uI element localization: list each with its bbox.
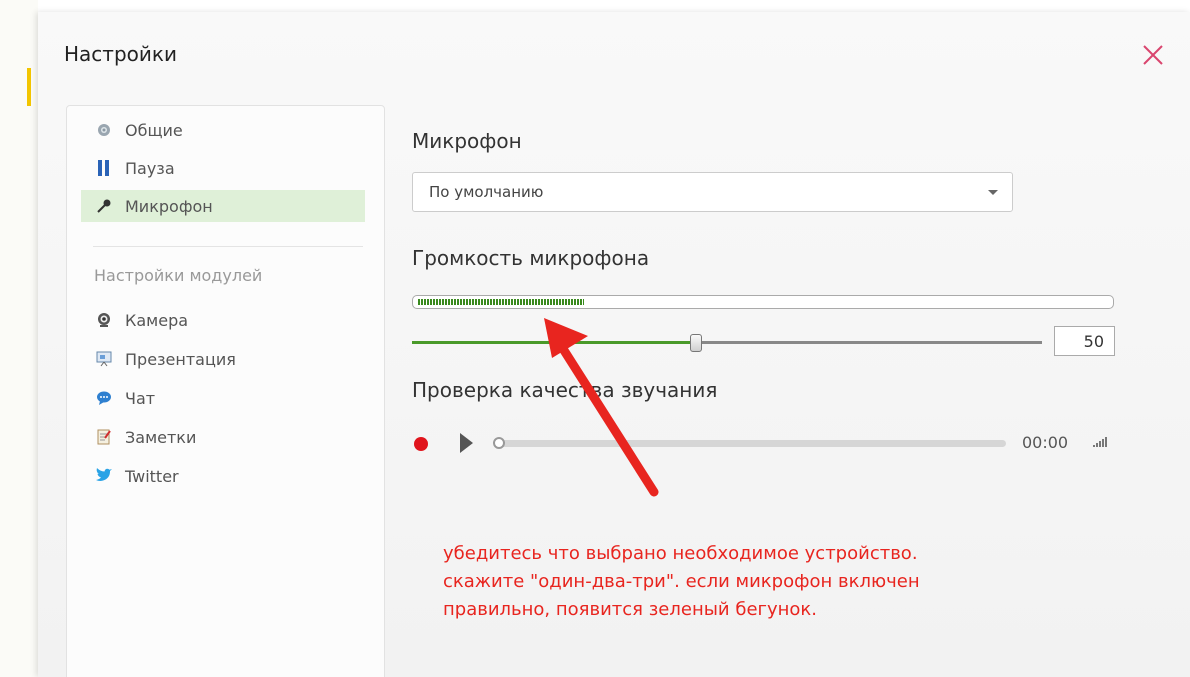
settings-sidebar: Общие Пауза Микрофон Настройки модулей К… [66,105,385,677]
gear-icon [93,120,115,140]
annotation-line: убедитесь что выбрано необходимое устрой… [443,543,918,564]
page-background [0,0,38,677]
webcam-icon [93,310,115,330]
volume-slider-thumb[interactable] [690,334,702,352]
microphone-heading: Микрофон [412,129,522,153]
sidebar-item-pause[interactable]: Пауза [81,152,365,184]
sidebar-item-label: Общие [125,120,183,140]
chevron-down-icon [988,190,998,195]
sidebar-item-label: Пауза [125,158,175,178]
volume-heading: Громкость микрофона [412,246,650,270]
microphone-icon [93,196,115,216]
input-level-meter [412,295,1114,309]
modules-section-label: Настройки модулей [94,266,263,285]
sidebar-item-microphone[interactable]: Микрофон [81,190,365,222]
play-button[interactable] [460,433,473,453]
sidebar-item-label: Заметки [125,427,197,447]
sidebar-item-label: Презентация [125,349,236,369]
microphone-device-select[interactable]: По умолчанию [412,172,1013,212]
sidebar-item-label: Twitter [125,466,179,486]
signal-bars-icon [1093,437,1107,447]
record-button[interactable] [414,437,428,451]
input-level-fill [418,299,584,305]
twitter-bird-icon [93,466,115,486]
presentation-icon [93,349,115,369]
pause-icon [93,158,115,178]
close-button[interactable] [1140,42,1166,68]
annotation-line: скажите "один-два-три". если микрофон вк… [443,571,920,592]
chat-bubble-icon [93,388,115,408]
annotation-arrow [544,318,659,497]
select-value: По умолчанию [429,183,544,201]
notes-icon [93,427,115,447]
sidebar-item-label: Чат [125,388,156,408]
sidebar-item-twitter[interactable]: Twitter [81,460,365,492]
sidebar-item-chat[interactable]: Чат [81,382,365,414]
annotation-text: убедитесь что выбрано необходимое устрой… [443,540,920,624]
annotation-line: правильно, появится зеленый бегунок. [443,599,818,620]
volume-slider[interactable] [412,332,1042,354]
sidebar-divider [93,246,363,247]
playback-knob[interactable] [493,437,505,449]
volume-value-field[interactable]: 50 [1054,326,1115,356]
playback-time: 00:00 [1022,433,1069,452]
sidebar-item-presentation[interactable]: Презентация [81,343,365,375]
sidebar-item-label: Микрофон [125,196,213,216]
sidebar-item-notes[interactable]: Заметки [81,421,365,453]
volume-slider-track [696,341,1042,344]
sidebar-item-label: Камера [125,310,189,330]
dialog-title: Настройки [64,42,177,66]
yellow-edge-marker [27,68,31,106]
sidebar-item-general[interactable]: Общие [81,114,365,146]
sidebar-item-camera[interactable]: Камера [81,304,365,336]
close-icon [1143,45,1163,65]
